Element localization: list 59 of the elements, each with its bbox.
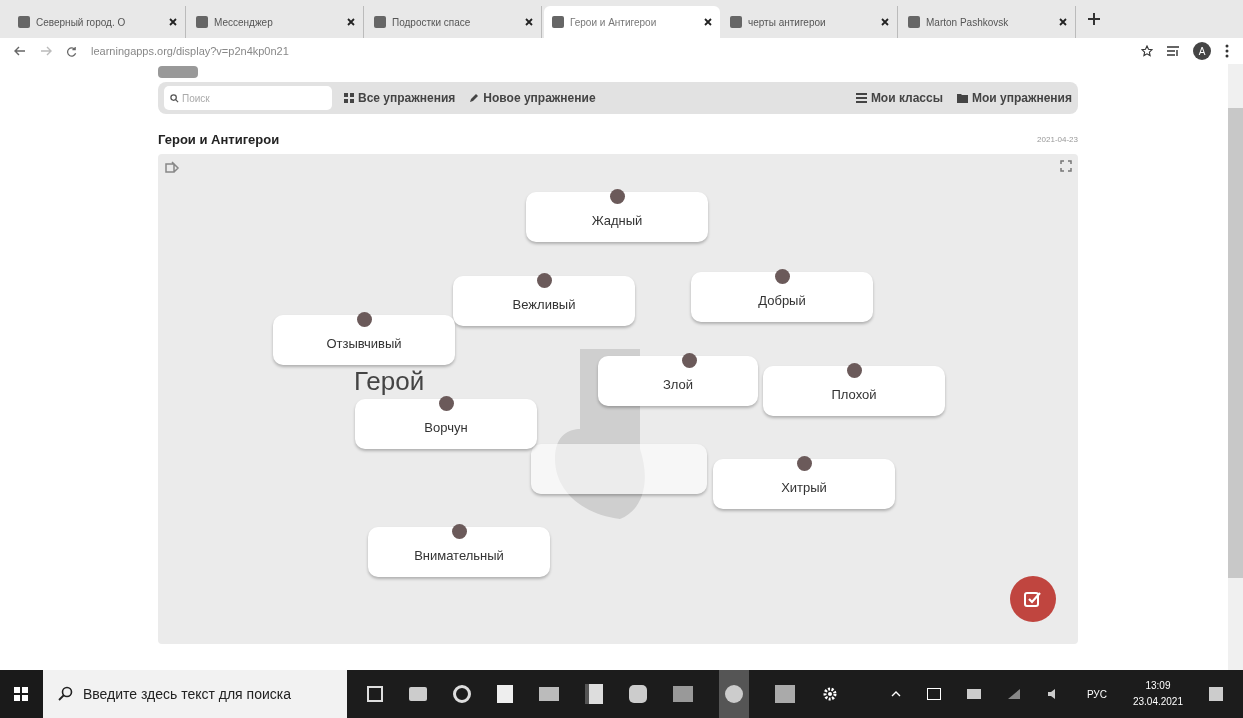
reload-icon[interactable] <box>66 45 77 57</box>
start-button[interactable] <box>0 670 43 718</box>
reading-list-icon[interactable] <box>1167 46 1179 56</box>
word-card[interactable]: Добрый <box>691 271 873 322</box>
browser-tab[interactable]: Герои и Антигерои <box>544 6 720 38</box>
tray-chevron-icon[interactable] <box>890 691 901 697</box>
pin-icon <box>537 272 552 288</box>
pin-icon <box>775 268 790 284</box>
check-button[interactable] <box>1010 575 1056 622</box>
grid-icon <box>344 93 354 103</box>
clock[interactable]: 13:09 23.04.2021 <box>1132 678 1183 710</box>
exercise-date: 2021-04-23 <box>1037 133 1078 146</box>
menu-icon[interactable] <box>1225 44 1229 58</box>
word-card[interactable]: Ворчун <box>355 398 537 449</box>
nav-link[interactable]: Мои упражнения <box>956 89 1072 107</box>
word-card[interactable]: Хитрый <box>713 458 895 509</box>
list-icon <box>855 93 867 103</box>
close-icon[interactable] <box>1059 18 1067 26</box>
word-card[interactable]: Отзывчивый <box>273 314 455 365</box>
drop-zone-label: Герой <box>354 367 425 394</box>
pin-icon <box>357 311 372 327</box>
fullscreen-icon[interactable] <box>1060 159 1072 172</box>
favicon-icon <box>196 16 208 28</box>
profile-avatar[interactable]: A <box>1193 42 1211 60</box>
pin-icon <box>452 523 467 539</box>
favicon-icon <box>18 16 30 28</box>
nav-link[interactable]: Новое упражнение <box>469 89 596 107</box>
favicon-icon <box>552 16 564 28</box>
close-icon[interactable] <box>169 18 177 26</box>
word-card[interactable]: Злой <box>598 355 758 406</box>
taskbar-search[interactable]: Введите здесь текст для поиска <box>42 670 347 718</box>
close-icon[interactable] <box>525 18 533 26</box>
pin-icon <box>797 455 812 471</box>
exercise-title: Герои и Антигерои <box>158 131 280 149</box>
pin-icon <box>682 352 697 368</box>
search-icon <box>170 93 179 103</box>
favicon-icon <box>730 16 742 28</box>
close-icon[interactable] <box>704 18 712 26</box>
pin-icon <box>439 395 454 411</box>
pin-icon <box>847 362 862 378</box>
word-card[interactable]: Внимательный <box>368 526 550 577</box>
word-card[interactable]: Жадный <box>526 191 708 242</box>
close-icon[interactable] <box>881 18 889 26</box>
word-card[interactable]: Вежливый <box>453 275 635 326</box>
favicon-icon <box>374 16 386 28</box>
nav-link[interactable]: Все упражнения <box>344 89 456 107</box>
close-icon[interactable] <box>347 18 355 26</box>
star-icon[interactable] <box>1141 45 1153 57</box>
windows-icon <box>14 687 29 701</box>
pencil-icon <box>469 93 480 103</box>
language-indicator[interactable]: РУС <box>1086 686 1107 702</box>
address-bar[interactable]: learningapps.org/display?v=p2n4kp0n21 <box>91 42 1127 60</box>
favicon-icon <box>908 16 920 28</box>
nav-link[interactable]: Мои классы <box>855 89 943 107</box>
back-icon[interactable] <box>14 46 26 56</box>
pin-icon <box>610 188 625 204</box>
new-tab-icon[interactable] <box>1088 13 1100 25</box>
word-card[interactable]: Плохой <box>763 365 945 416</box>
search-icon <box>56 686 73 702</box>
